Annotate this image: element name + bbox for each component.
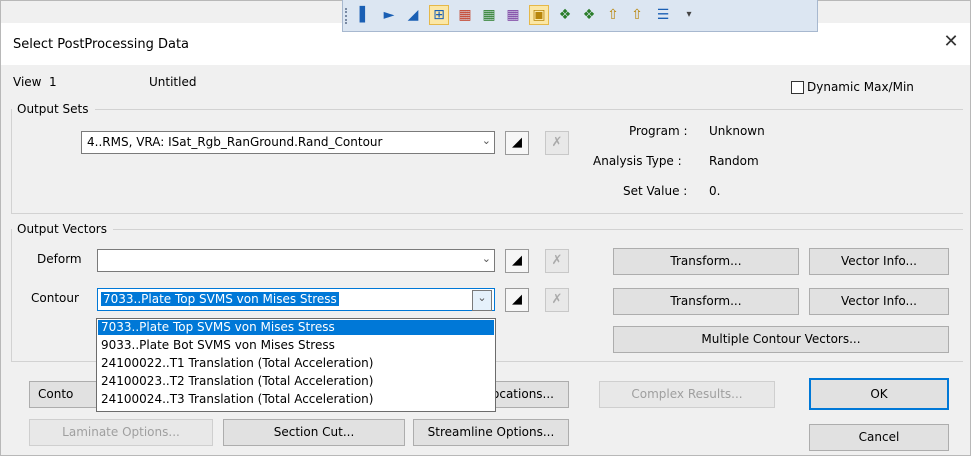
contour-select[interactable]: 7033..Plate Top SVMS von Mises Stress ⌄	[97, 288, 495, 311]
filter-icon[interactable]: ◢	[505, 131, 529, 155]
dynamic-max-min-label: Dynamic Max/Min	[807, 80, 914, 94]
select-postprocessing-dialog: Select PostProcessing Data ✕ View 1 Unti…	[0, 0, 971, 456]
arrow-icon[interactable]: ⇧	[603, 5, 623, 25]
dialog-title: Select PostProcessing Data	[13, 37, 190, 52]
filter-icon[interactable]: ◢	[505, 249, 529, 273]
color-grid-icon[interactable]: ▦	[479, 5, 499, 25]
contour-label: Contour	[31, 291, 79, 305]
model-icon[interactable]: ❖	[555, 5, 575, 25]
contour-value: 7033..Plate Top SVMS von Mises Stress	[101, 292, 339, 306]
chevron-down-icon: ⌄	[481, 134, 491, 147]
chevron-down-icon: ⌄	[481, 252, 491, 265]
filter-icon[interactable]: ◢	[505, 288, 529, 312]
contour-option[interactable]: 24100023..T2 Translation (Total Accelera…	[98, 374, 494, 389]
deform-label: Deform	[37, 252, 82, 266]
contour-option[interactable]: 24100022..T1 Translation (Total Accelera…	[98, 356, 494, 371]
output-sets-border-left	[11, 109, 12, 213]
cancel-button[interactable]: Cancel	[809, 424, 949, 451]
laminate-options-button: Laminate Options...	[29, 419, 213, 446]
chevron-down-icon[interactable]: ⌄	[472, 290, 492, 311]
grid-icon[interactable]: ⊞	[429, 5, 449, 25]
ok-button[interactable]: OK	[809, 378, 949, 410]
output-sets-border	[95, 109, 963, 110]
view-label: View	[13, 75, 42, 89]
complex-results-button: Complex Results...	[599, 381, 775, 408]
color-grid-icon[interactable]: ▦	[455, 5, 475, 25]
floating-toolbar: ▌ ► ◢ ⊞ ▦ ▦ ▦ ▣ ❖ ❖ ⇧ ⇧ ☰ ▾	[342, 0, 818, 32]
bar-chart-icon[interactable]: ►	[379, 5, 399, 25]
contour-option[interactable]: 7033..Plate Top SVMS von Mises Stress	[98, 320, 494, 335]
deform-select[interactable]: ⌄	[97, 249, 495, 272]
dynamic-max-min-checkbox[interactable]	[791, 81, 804, 94]
contour-option[interactable]: 24100024..T3 Translation (Total Accelera…	[98, 392, 494, 407]
list-icon[interactable]: ☰	[653, 5, 673, 25]
output-set-select[interactable]: 4..RMS, VRA: ISat_Rgb_RanGround.Rand_Con…	[81, 131, 495, 154]
overflow-icon[interactable]: ▾	[679, 5, 699, 25]
program-label: Program :	[629, 124, 688, 138]
set-value-value: 0.	[709, 184, 721, 198]
view-number: 1	[49, 75, 57, 89]
color-grid-icon[interactable]: ▦	[503, 5, 523, 25]
output-vectors-border	[113, 229, 963, 230]
arrow-icon[interactable]: ⇧	[627, 5, 647, 25]
output-vectors-border-left	[11, 229, 12, 361]
bar-chart-icon[interactable]: ▌	[355, 5, 375, 25]
output-vectors-group-label: Output Vectors	[17, 222, 107, 236]
contour-vector-info-button[interactable]: Vector Info...	[809, 288, 949, 315]
clear-filter-icon: ✗	[545, 131, 569, 155]
multiple-contour-vectors-button[interactable]: Multiple Contour Vectors...	[613, 326, 949, 353]
clear-filter-icon: ✗	[545, 288, 569, 312]
clear-filter-icon: ✗	[545, 249, 569, 273]
contour-transform-button[interactable]: Transform...	[613, 288, 799, 315]
output-set-value: 4..RMS, VRA: ISat_Rgb_RanGround.Rand_Con…	[87, 135, 383, 149]
toolbar-grip[interactable]	[345, 8, 350, 24]
set-value-label: Set Value :	[623, 184, 688, 198]
model-icon[interactable]: ❖	[579, 5, 599, 25]
streamline-options-button[interactable]: Streamline Options...	[413, 419, 569, 446]
deform-transform-button[interactable]: Transform...	[613, 248, 799, 275]
output-sets-group-label: Output Sets	[17, 102, 89, 116]
view-name: Untitled	[149, 75, 197, 89]
section-cut-button[interactable]: Section Cut...	[223, 419, 405, 446]
pick-icon[interactable]: ▣	[529, 5, 549, 25]
bar-chart-icon[interactable]: ◢	[403, 5, 423, 25]
analysis-type-value: Random	[709, 154, 759, 168]
program-value: Unknown	[709, 124, 765, 138]
contour-dropdown-list: 7033..Plate Top SVMS von Mises Stress 90…	[96, 318, 496, 412]
contour-options-button[interactable]: Conto	[29, 381, 99, 408]
contour-option[interactable]: 9033..Plate Bot SVMS von Mises Stress	[98, 338, 494, 353]
close-icon[interactable]: ✕	[940, 31, 962, 53]
analysis-type-label: Analysis Type :	[593, 154, 682, 168]
deform-vector-info-button[interactable]: Vector Info...	[809, 248, 949, 275]
output-sets-border-bottom	[11, 213, 963, 214]
